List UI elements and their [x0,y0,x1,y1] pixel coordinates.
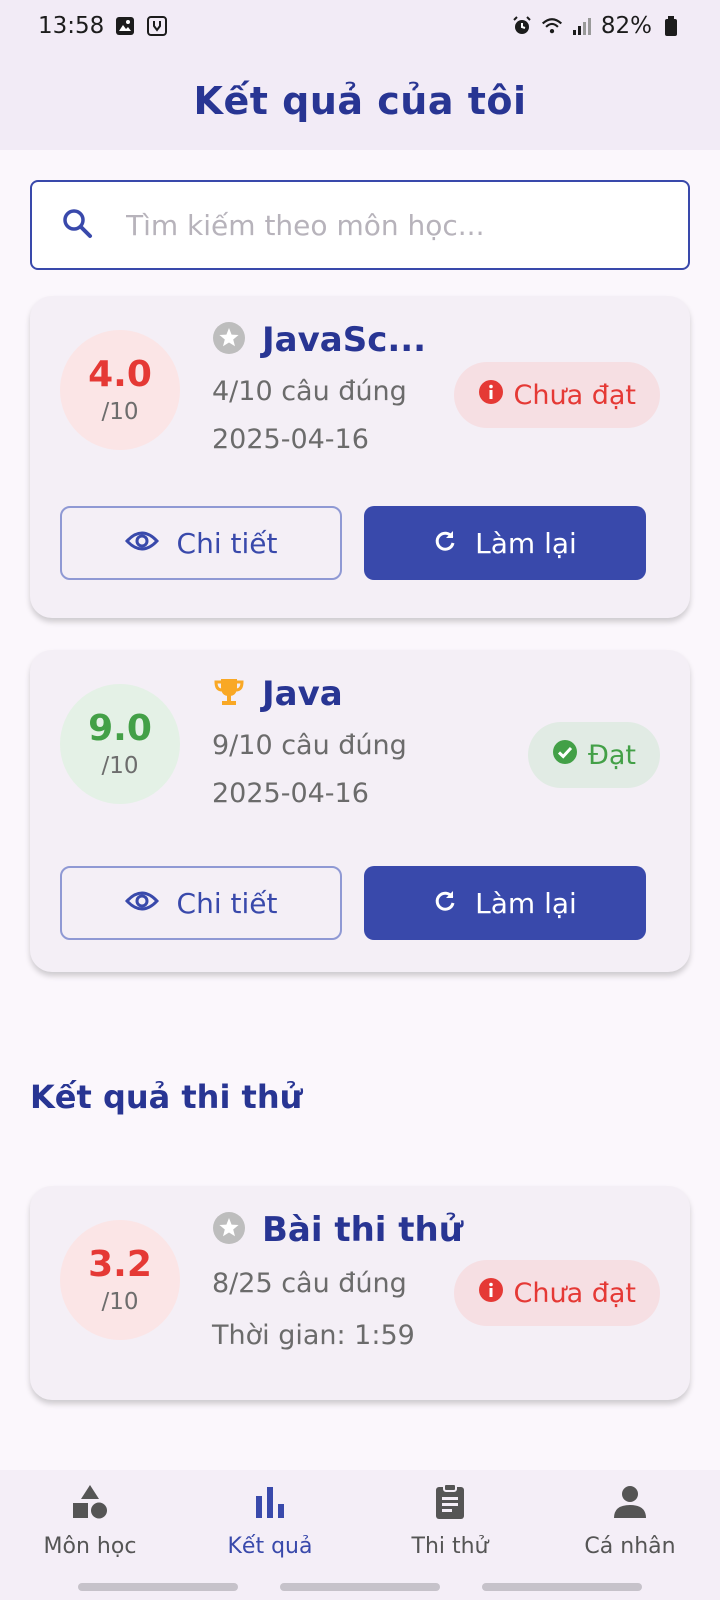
nav-item-subjects[interactable]: Môn học [0,1470,180,1600]
refresh-icon [433,887,457,920]
app-header: Kết quả của tôi [0,52,720,150]
card-title-row: Bài thi thử [212,1210,463,1250]
card-title: JavaSc... [262,320,427,360]
card-title-row: JavaSc... [212,320,426,360]
check-circle-icon [552,739,578,772]
details-button[interactable]: Chi tiết [60,506,342,580]
correct-count: 4/10 câu đúng [212,376,407,407]
retry-button[interactable]: Làm lại [364,866,646,940]
info-icon [478,379,504,412]
battery-percent: 82% [600,13,652,39]
search-input[interactable] [126,208,688,242]
score-value: 4.0 [88,354,152,396]
trophy-icon [212,675,246,713]
nav-label: Thi thử [411,1534,489,1559]
card-title-row: Java [212,674,343,714]
gallery-notification-icon [114,15,136,37]
status-badge: Đạt [527,722,660,788]
info-icon [478,1277,504,1310]
status-text: Chưa đạt [513,379,636,411]
status-text: Chưa đạt [513,1277,636,1309]
score-value: 3.2 [88,1244,152,1286]
result-card: 9.0 /10 Java 9/10 câu đúng 2025-04-16 Đạ… [30,650,690,972]
nav-label: Môn học [43,1534,137,1559]
score-max: /10 [101,1288,139,1315]
result-date: 2025-04-16 [212,424,369,455]
search-icon [60,206,94,244]
score-max: /10 [101,752,139,779]
alarm-icon [511,15,533,37]
page-title: Kết quả của tôi [193,79,527,123]
exam-time: Thời gian: 1:59 [212,1320,415,1351]
signal-icon [571,15,593,37]
mock-result-card: 3.2 /10 Bài thi thử 8/25 câu đúng Thời g… [30,1186,690,1400]
clipboard-icon [430,1482,470,1526]
battery-icon [660,15,682,37]
retry-label: Làm lại [475,886,577,920]
nav-label: Kết quả [227,1534,313,1559]
nav-label: Cá nhân [584,1534,676,1559]
refresh-icon [433,527,457,560]
retry-label: Làm lại [475,526,577,560]
nav-item-results[interactable]: Kết quả [180,1470,360,1600]
status-time: 13:58 [38,13,105,39]
star-icon [212,321,246,359]
card-title: Bài thi thử [262,1210,463,1250]
result-date: 2025-04-16 [212,778,369,809]
system-nav-handle [280,1583,440,1591]
result-card: 4.0 /10 JavaSc... 4/10 câu đúng 2025-04-… [30,296,690,618]
score-circle: 4.0 /10 [60,330,180,450]
status-bar: 13:58 82% [0,0,720,52]
status-badge: Chưa đạt [453,362,660,428]
retry-button[interactable]: Làm lại [364,506,646,580]
correct-count: 8/25 câu đúng [212,1268,407,1299]
card-title: Java [262,674,343,714]
score-circle: 3.2 /10 [60,1220,180,1340]
details-label: Chi tiết [176,886,278,920]
card-actions: Chi tiết Làm lại [30,506,690,580]
status-badge: Chưa đạt [453,1260,660,1326]
nav-item-mock-exam[interactable]: Thi thử [360,1470,540,1600]
details-label: Chi tiết [176,526,278,560]
shapes-icon [70,1482,110,1526]
nav-item-profile[interactable]: Cá nhân [540,1470,720,1600]
bar-chart-icon [250,1482,290,1526]
system-nav-handle [78,1583,238,1591]
section-title-mock: Kết quả thi thử [30,1078,303,1116]
search-field[interactable] [30,180,690,270]
details-button[interactable]: Chi tiết [60,866,342,940]
status-text: Đạt [587,739,636,771]
eye-icon [124,887,159,920]
card-actions: Chi tiết Làm lại [30,866,690,940]
person-icon [610,1482,650,1526]
correct-count: 9/10 câu đúng [212,730,407,761]
star-icon [212,1211,246,1249]
score-circle: 9.0 /10 [60,684,180,804]
app-notification-icon [146,15,168,37]
wifi-icon [541,15,563,37]
system-nav-handle [482,1583,642,1591]
score-value: 9.0 [88,708,152,750]
score-max: /10 [101,398,139,425]
bottom-navigation: Môn học Kết quả Thi thử Cá nhân [0,1470,720,1600]
eye-icon [124,527,159,560]
